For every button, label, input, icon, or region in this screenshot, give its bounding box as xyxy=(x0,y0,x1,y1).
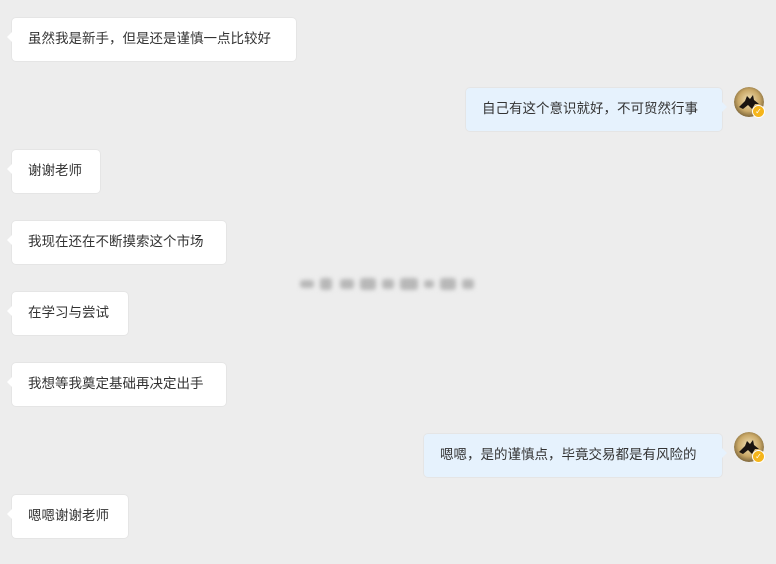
message-bubble-right: 自己有这个意识就好，不可贸然行事 xyxy=(466,88,727,131)
message-bubble-left: 谢谢老师 xyxy=(7,150,100,193)
message-bubble-left: 我现在还在不断摸索这个市场 xyxy=(7,221,226,264)
blurred-name-icon xyxy=(296,272,478,296)
message-bubble-left: 嗯嗯谢谢老师 xyxy=(7,495,128,538)
message-bubble-left: 在学习与尝试 xyxy=(7,292,128,335)
message-bubble-left: 我想等我奠定基础再决定出手 xyxy=(7,363,226,406)
verified-badge-icon: ✓ xyxy=(752,450,765,463)
message-bubble-right: 嗯嗯，是的谨慎点，毕竟交易都是有风险的 xyxy=(424,434,727,477)
message-bubble-left: 虽然我是新手，但是还是谨慎一点比较好 xyxy=(7,18,296,61)
verified-badge-icon: ✓ xyxy=(752,105,765,118)
chat-window: 虽然我是新手，但是还是谨慎一点比较好 自己有这个意识就好，不可贸然行事 ✓ 谢谢… xyxy=(0,0,776,564)
